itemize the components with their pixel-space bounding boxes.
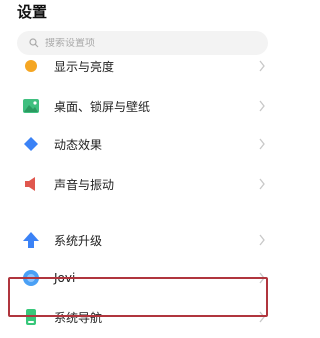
settings-item-label: 动态效果 [54, 137, 103, 152]
brightness-icon [22, 57, 40, 75]
settings-item-display[interactable]: 显示与亮度 [0, 46, 278, 86]
settings-item-label: 显示与亮度 [54, 59, 115, 74]
page-title: 设置 [17, 3, 48, 21]
chevron-right-icon [259, 138, 265, 150]
chevron-right-icon [259, 100, 265, 112]
chevron-right-icon [259, 178, 265, 190]
highlight-box [8, 277, 268, 317]
chevron-right-icon [259, 234, 265, 246]
settings-item-label: 声音与振动 [54, 177, 115, 192]
settings-item-wallpaper[interactable]: 桌面、锁屏与壁纸 [0, 86, 278, 126]
settings-item-label: 桌面、锁屏与壁纸 [54, 99, 151, 114]
upgrade-icon [22, 231, 40, 249]
settings-item-label: 系统升级 [54, 233, 103, 248]
settings-item-upgrade[interactable]: 系统升级 [0, 220, 278, 260]
chevron-right-icon [259, 60, 265, 72]
settings-item-sound[interactable]: 声音与振动 [0, 164, 278, 204]
sound-icon [22, 175, 40, 193]
settings-item-animation[interactable]: 动态效果 [0, 124, 278, 164]
animation-icon [22, 135, 40, 153]
wallpaper-icon [22, 97, 40, 115]
